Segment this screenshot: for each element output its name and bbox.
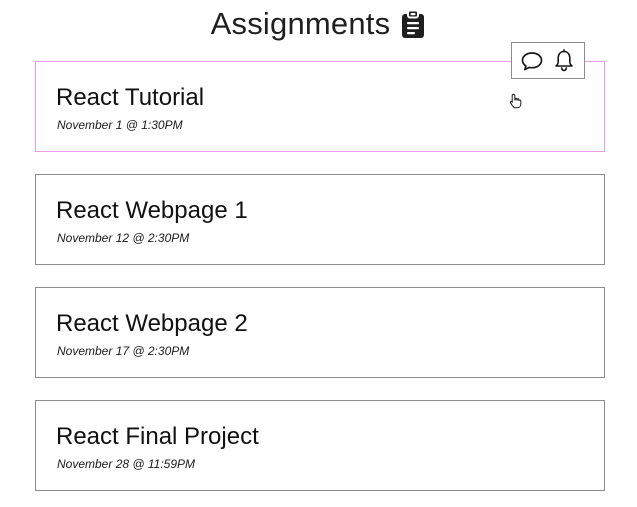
assignment-title: React Tutorial (56, 84, 205, 111)
assignment-card[interactable]: React Webpage 1 November 12 @ 2:30PM (35, 174, 605, 265)
assignment-title: React Webpage 2 (56, 310, 248, 337)
assignments-page: Assignments React Tutorial November 1 @ … (0, 0, 637, 507)
assignment-due-date: November 12 @ 2:30PM (57, 231, 190, 245)
pointer-hand-icon (509, 93, 523, 109)
assignment-card[interactable]: React Webpage 2 November 17 @ 2:30PM (35, 287, 605, 378)
assignment-due-date: November 1 @ 1:30PM (57, 118, 183, 132)
card-hover-actions (511, 42, 585, 79)
assignment-card[interactable]: React Final Project November 28 @ 11:59P… (35, 400, 605, 491)
assignment-title: React Webpage 1 (56, 197, 248, 224)
clipboard-icon (400, 9, 426, 39)
assignment-due-date: November 28 @ 11:59PM (57, 457, 196, 471)
bell-icon[interactable] (552, 48, 576, 73)
assignment-title: React Final Project (56, 423, 259, 450)
page-header: Assignments (0, 4, 637, 44)
page-title: Assignments (210, 6, 391, 41)
assignment-due-date: November 17 @ 2:30PM (57, 344, 190, 358)
chat-bubble-icon[interactable] (520, 49, 544, 73)
